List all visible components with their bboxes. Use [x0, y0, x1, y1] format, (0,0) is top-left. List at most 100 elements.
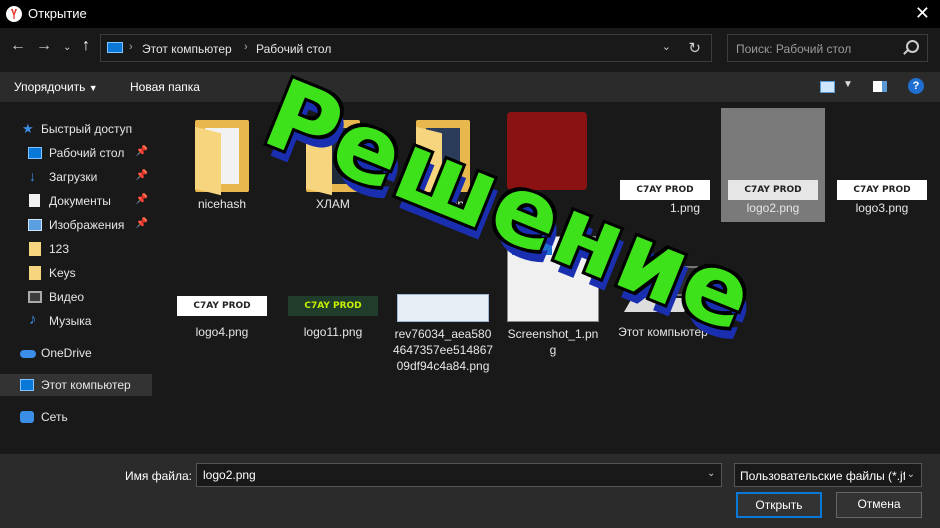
file-name: logo3.png	[855, 201, 909, 215]
star-icon: ★	[22, 121, 34, 136]
file-name: ХЛАМ	[316, 197, 350, 211]
window-title: Открытие	[28, 6, 87, 21]
caret-down-icon: ▼	[88, 83, 98, 93]
file-name-line2: g	[549, 343, 557, 357]
file-type-value: Пользовательские файлы (*.jf	[740, 469, 905, 483]
sidebar-label: Видео	[49, 290, 85, 304]
file-item[interactable]: desktop	[391, 110, 495, 222]
sidebar-item-documents[interactable]: Документы 📌	[0, 190, 152, 212]
pin-icon: 📌	[135, 146, 148, 157]
chevron-down-icon[interactable]: ⌄	[662, 40, 671, 53]
folder-icon	[29, 266, 41, 280]
sidebar-label: 123	[49, 242, 70, 256]
cancel-button[interactable]: Отмена	[836, 492, 922, 518]
organize-button[interactable]: Упорядочить ▼	[14, 80, 98, 94]
sidebar-label: OneDrive	[41, 346, 92, 360]
video-icon	[28, 291, 42, 303]
chevron-right-icon[interactable]: ›	[244, 41, 248, 53]
pin-icon: 📌	[135, 218, 148, 229]
sidebar-item-network[interactable]: Сеть	[0, 406, 152, 428]
file-type-select[interactable]: Пользовательские файлы (*.jf ⌄	[734, 463, 922, 487]
sidebar-item-onedrive[interactable]: OneDrive	[0, 342, 152, 364]
up-arrow-icon[interactable]: ↑	[82, 37, 90, 55]
search-input[interactable]: Поиск: Рабочий стол	[727, 34, 928, 62]
computer-icon	[623, 266, 698, 314]
sidebar-item-folder-123[interactable]: 123	[0, 238, 152, 260]
sidebar-item-keys[interactable]: Keys	[0, 262, 152, 284]
file-name: Этот компьютер	[618, 325, 708, 339]
refresh-icon[interactable]: ↻	[688, 39, 701, 57]
footer-bar: Имя файла: ⌄ Пользовательские файлы (*.j…	[0, 454, 940, 528]
document-icon	[29, 194, 40, 207]
music-note-icon: ♪	[29, 311, 37, 328]
file-item[interactable]: Этот компьютер	[611, 264, 715, 344]
close-icon[interactable]: ✕	[915, 3, 930, 23]
filename-label: Имя файла:	[125, 469, 192, 483]
sidebar-item-downloads[interactable]: ↓ Загрузки 📌	[0, 166, 152, 188]
logo-thumbnail: C7AY PROD	[620, 180, 710, 200]
chevron-down-icon[interactable]: ⌄	[707, 468, 715, 479]
sidebar-item-this-pc[interactable]: Этот компьютер	[0, 374, 152, 396]
screenshot-thumbnail	[507, 236, 599, 322]
navigation-pane: ★ Быстрый доступ Рабочий стол 📌 ↓ Загруз…	[0, 104, 152, 454]
breadcrumb-this-pc[interactable]: Этот компьютер	[142, 42, 232, 56]
file-name: nicehash	[197, 197, 247, 211]
file-item[interactable]: C7AY PROD logo4.png	[170, 290, 274, 370]
file-item[interactable]: nicehash	[170, 110, 274, 222]
file-item[interactable]: ХЛАМ	[281, 110, 385, 222]
search-icon	[906, 40, 919, 53]
windows-logo-icon	[512, 241, 552, 255]
organize-label: Упорядочить	[14, 80, 86, 94]
filename-field[interactable]	[196, 463, 722, 487]
file-name: logo2.png	[746, 201, 800, 215]
help-icon[interactable]: ?	[908, 78, 924, 94]
folder-icon	[29, 242, 41, 256]
file-name: Screenshot_1.pn	[507, 327, 599, 341]
change-view-icon[interactable]	[820, 81, 835, 93]
sidebar-item-videos[interactable]: Видео	[0, 286, 152, 308]
file-item[interactable]: Screenshot_1.pn g	[501, 234, 605, 386]
chevron-down-icon: ⌄	[906, 469, 915, 480]
sidebar-item-pictures[interactable]: Изображения 📌	[0, 214, 152, 236]
file-item[interactable]: C7AY PROD 1.png	[613, 110, 717, 222]
caret-down-icon[interactable]: ▼	[843, 79, 853, 90]
file-item[interactable]: rev76034_aea580 4647357ee514867 09df94c4…	[391, 290, 495, 390]
pin-icon: 📌	[135, 194, 148, 205]
dota-logo-icon	[507, 112, 587, 190]
sidebar-item-quick-access[interactable]: ★ Быстрый доступ	[0, 118, 152, 140]
logo-thumbnail: C7AY PROD	[728, 180, 818, 200]
folder-icon	[306, 120, 360, 196]
sidebar-label: Этот компьютер	[41, 378, 131, 392]
recent-locations-chevron-icon[interactable]: ⌄	[63, 42, 71, 53]
back-arrow-icon[interactable]: ←	[10, 37, 26, 55]
new-folder-button[interactable]: Новая папка	[130, 80, 200, 94]
file-name: rev76034_aea580	[394, 327, 492, 341]
chevron-right-icon[interactable]: ›	[129, 41, 133, 53]
address-bar[interactable]: › Этот компьютер › Рабочий стол ⌄ ↻	[100, 34, 712, 62]
sidebar-label: Загрузки	[49, 170, 98, 184]
logo-thumbnail: C7AY PROD	[837, 180, 927, 200]
cloud-icon	[20, 350, 36, 358]
folder-icon	[416, 120, 470, 196]
file-item-selected[interactable]: C7AY PROD logo2.png	[721, 108, 825, 222]
file-item[interactable]: C7AY PROD logo3.png	[830, 110, 934, 222]
logo-thumbnail: C7AY PROD	[288, 296, 378, 316]
sidebar-label: Рабочий стол	[49, 146, 125, 160]
open-button[interactable]: Открыть	[736, 492, 822, 518]
breadcrumb-desktop[interactable]: Рабочий стол	[256, 42, 331, 56]
sidebar-label: Музыка	[49, 314, 92, 328]
sidebar-label: Сеть	[41, 410, 68, 424]
file-name: logo4.png	[195, 325, 249, 339]
sidebar-item-music[interactable]: ♪ Музыка	[0, 310, 152, 332]
command-bar: Упорядочить ▼ Новая папка ▼ ?	[0, 72, 940, 102]
spreadsheet-thumbnail	[397, 294, 489, 322]
file-list: nicehash ХЛАМ desktop C7AY PROD 1.png C7…	[153, 104, 940, 454]
file-name-line3: 09df94c4a84.png	[396, 359, 490, 373]
file-name: 1.png	[669, 201, 701, 215]
sidebar-label: Keys	[49, 266, 76, 280]
forward-arrow-icon[interactable]: →	[36, 37, 52, 55]
sidebar-item-desktop[interactable]: Рабочий стол 📌	[0, 142, 152, 164]
file-item[interactable]: C7AY PROD logo11.png	[281, 290, 385, 370]
preview-pane-icon[interactable]	[873, 81, 887, 92]
network-icon	[20, 411, 34, 423]
